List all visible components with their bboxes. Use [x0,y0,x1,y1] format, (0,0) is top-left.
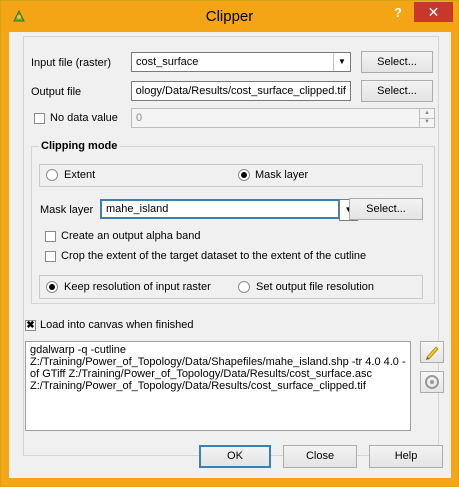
dialog-body: Input file (raster) cost_surface ▼ Selec… [9,32,451,478]
output-select-button[interactable]: Select... [361,80,433,102]
input-file-label: Input file (raster) [31,57,112,69]
mode-radio-group [39,164,423,187]
command-textarea[interactable]: gdalwarp -q -cutline Z:/Training/Power_o… [25,341,411,431]
input-file-value: cost_surface [136,56,199,68]
keep-resolution-radio[interactable] [46,281,58,293]
nodata-spinbox[interactable]: 0 ▲ ▼ [131,108,435,128]
chevron-down-icon[interactable]: ▼ [333,53,350,71]
crop-extent-label: Crop the extent of the target dataset to… [61,250,367,262]
help-button[interactable]: Help [369,445,443,468]
mask-layer-value: mahe_island [106,203,169,215]
ok-button[interactable]: OK [199,445,271,468]
nodata-label: No data value [50,112,118,124]
output-file-label: Output file [31,86,82,98]
reset-command-button[interactable] [420,371,444,393]
input-file-combo[interactable]: cost_surface ▼ [131,52,351,72]
mask-select-button[interactable]: Select... [349,198,423,220]
pencil-icon [426,346,439,360]
alpha-band-checkbox[interactable] [45,231,56,242]
output-file-value: ology/Data/Results/cost_surface_clipped.… [135,85,346,97]
input-select-button[interactable]: Select... [361,51,433,73]
mask-layer-label: Mask layer [40,204,94,216]
clipper-window: Clipper ? ✕ Input file (raster) cost_sur… [0,0,459,487]
keep-resolution-label: Keep resolution of input raster [64,281,211,293]
close-button[interactable]: Close [283,445,357,468]
clipping-mode-title: Clipping mode [39,140,120,152]
load-canvas-checkbox[interactable]: ✖ [25,320,36,331]
load-canvas-label: Load into canvas when finished [40,319,194,331]
title-bar: Clipper ? ✕ [1,1,458,31]
crop-extent-checkbox[interactable] [45,251,56,262]
reset-icon [425,375,439,389]
output-file-input[interactable]: ology/Data/Results/cost_surface_clipped.… [131,81,351,101]
set-resolution-label: Set output file resolution [256,281,375,293]
nodata-value: 0 [136,112,143,124]
spin-down-icon[interactable]: ▼ [419,118,434,127]
extent-label: Extent [64,169,96,181]
mask-layer-radio-label: Mask layer [255,169,309,181]
window-close-button[interactable]: ✕ [414,2,453,22]
alpha-band-label: Create an output alpha band [61,230,201,242]
extent-radio[interactable] [46,169,58,181]
mask-layer-combo[interactable]: mahe_island ▼ [100,199,358,221]
set-resolution-radio[interactable] [238,281,250,293]
nodata-checkbox[interactable] [34,113,45,124]
mask-layer-radio[interactable] [238,169,250,181]
title-help-button[interactable]: ? [385,4,411,22]
edit-command-button[interactable] [420,341,444,363]
